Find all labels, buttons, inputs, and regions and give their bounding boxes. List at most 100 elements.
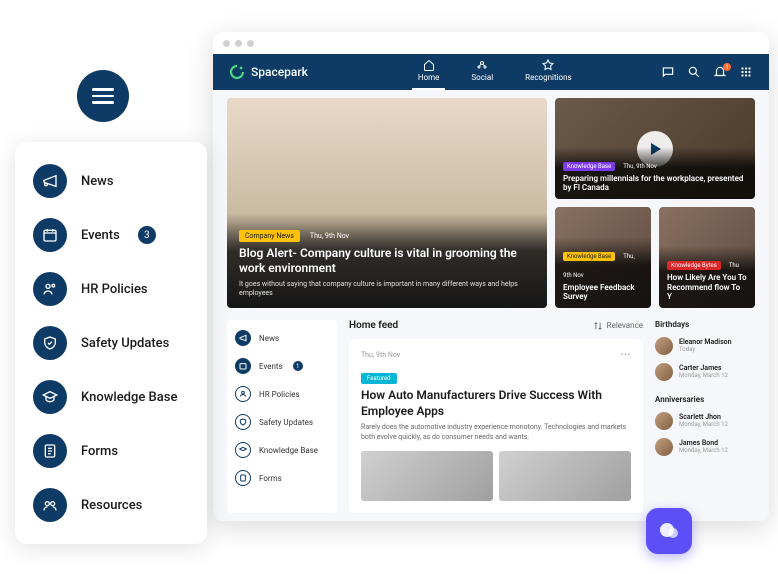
feed-card[interactable]: Thu, 9th Nov ••• Featured How Auto Manuf…: [349, 339, 643, 513]
group-icon: [33, 488, 67, 522]
person-meta: Monday, March 12: [679, 372, 728, 379]
feed-card-title: How Auto Manufacturers Drive Success Wit…: [361, 388, 631, 419]
inner-nav-hr[interactable]: HR Policies: [235, 386, 329, 402]
events-badge: 3: [138, 226, 156, 244]
feed-image: [361, 451, 493, 501]
cap-icon: [33, 380, 67, 414]
popout-label: Safety Updates: [81, 336, 169, 351]
feed-card-desc: Rarely does the automotive industry expe…: [361, 423, 631, 443]
popout-item-resources[interactable]: Resources: [33, 488, 189, 522]
inner-nav-label: Forms: [259, 474, 282, 483]
hero-title: Blog Alert- Company culture is vital in …: [239, 246, 535, 277]
top-nav: Home Social Recognitions: [418, 59, 572, 86]
top-header: Spacepark Home Social Recognitions: [213, 54, 769, 90]
card-date: Thu, 9th Nov: [623, 163, 657, 170]
feed-date-row: Thu, 9th Nov •••: [361, 351, 631, 359]
hero-side: Knowledge Base Thu, 9th Nov Preparing mi…: [555, 98, 755, 308]
person-item[interactable]: James Bond Monday, March 12: [655, 438, 755, 456]
content-area: Company News Thu, 9th Nov Blog Alert- Co…: [213, 90, 769, 521]
inner-nav-safety[interactable]: Safety Updates: [235, 414, 329, 430]
nav-label: Recognitions: [525, 73, 571, 82]
popout-label: Events: [81, 228, 120, 243]
nav-recognitions[interactable]: Recognitions: [525, 59, 571, 86]
hamburger-icon: [92, 88, 114, 104]
side-overlay: Knowledge Base Thu, 9th Nov Preparing mi…: [555, 147, 755, 199]
popout-label: Knowledge Base: [81, 390, 177, 405]
side-overlay: Knowledge Bytes Thu How Likely Are You T…: [659, 246, 755, 308]
video-card[interactable]: Knowledge Base Thu, 9th Nov Preparing mi…: [555, 98, 755, 199]
chat-fab[interactable]: [646, 508, 692, 554]
popout-label: Forms: [81, 444, 118, 459]
feed-image: [499, 451, 631, 501]
anniversaries-heading: Anniversaries: [655, 395, 755, 404]
inner-nav-label: HR Policies: [259, 390, 300, 399]
search-icon[interactable]: [687, 65, 701, 79]
person-name: Carter James: [679, 365, 728, 373]
inner-nav-knowledge[interactable]: Knowledge Base: [235, 442, 329, 458]
nav-social[interactable]: Social: [471, 59, 493, 86]
recommend-card[interactable]: Knowledge Bytes Thu How Likely Are You T…: [659, 207, 755, 308]
inner-nav-events[interactable]: Events 1: [235, 358, 329, 374]
nav-label: Social: [471, 73, 493, 82]
inner-nav-label: Knowledge Base: [259, 446, 318, 455]
hamburger-menu-button[interactable]: [77, 70, 129, 122]
popout-label: Resources: [81, 498, 142, 513]
nav-home[interactable]: Home: [418, 59, 440, 86]
birthdays-heading: Birthdays: [655, 320, 755, 329]
notification-count: 1: [723, 63, 731, 71]
person-meta: Monday, March 12: [679, 421, 728, 428]
feed-sort[interactable]: Relevance: [593, 321, 643, 331]
sort-icon: [593, 321, 603, 331]
hero-row: Company News Thu, 9th Nov Blog Alert- Co…: [227, 98, 755, 308]
card-date: Thu: [729, 262, 739, 269]
hero-tag: Company News: [239, 230, 300, 242]
card-tag: Knowledge Base: [563, 252, 615, 261]
feed-column: Home feed Relevance Thu, 9th Nov ••• Fea…: [349, 320, 643, 513]
inner-nav-forms[interactable]: Forms: [235, 470, 329, 486]
brand[interactable]: Spacepark: [229, 64, 308, 80]
side-overlay: Knowledge Base Thu, 9th Nov Employee Fee…: [555, 237, 651, 308]
more-icon[interactable]: •••: [621, 351, 631, 359]
feed-date: Thu, 9th Nov: [361, 351, 400, 359]
inner-nav-label: News: [259, 334, 279, 343]
browser-chrome: [213, 32, 769, 54]
bell-icon[interactable]: 1: [713, 65, 727, 79]
person-item[interactable]: Eleanor Madison Today: [655, 337, 755, 355]
home-icon: [423, 59, 435, 71]
topbar-actions: 1: [661, 65, 753, 79]
inner-row: News Events 1 HR Policies Safety Updates: [227, 320, 755, 513]
popout-item-events[interactable]: Events 3: [33, 218, 189, 252]
popout-item-news[interactable]: News: [33, 164, 189, 198]
person-meta: Monday, March 12: [679, 447, 728, 454]
hero-card[interactable]: Company News Thu, 9th Nov Blog Alert- Co…: [227, 98, 547, 308]
popout-item-safety[interactable]: Safety Updates: [33, 326, 189, 360]
popout-item-knowledge[interactable]: Knowledge Base: [33, 380, 189, 414]
window-dot: [247, 40, 254, 47]
inner-nav-label: Safety Updates: [259, 418, 313, 427]
hero-date: Thu, 9th Nov: [310, 232, 349, 240]
avatar: [655, 337, 673, 355]
inner-nav-news[interactable]: News: [235, 330, 329, 346]
megaphone-icon: [33, 164, 67, 198]
inner-badge: 1: [293, 361, 303, 371]
popout-item-hr[interactable]: HR Policies: [33, 272, 189, 306]
nav-label: Home: [418, 73, 440, 82]
brand-name: Spacepark: [251, 65, 308, 79]
hero-desc: It goes without saying that company cult…: [239, 280, 535, 298]
feed-images: [361, 451, 631, 501]
people-icon: [235, 386, 251, 402]
grid-icon[interactable]: [739, 65, 753, 79]
inner-nav-label: Events: [259, 362, 283, 371]
birthdays-section: Birthdays Eleanor Madison Today Carter J…: [655, 320, 755, 381]
avatar: [655, 438, 673, 456]
people-icon: [33, 272, 67, 306]
shield-icon: [235, 414, 251, 430]
feedback-card[interactable]: Knowledge Base Thu, 9th Nov Employee Fee…: [555, 207, 651, 308]
calendar-icon: [235, 358, 251, 374]
popout-item-forms[interactable]: Forms: [33, 434, 189, 468]
message-icon[interactable]: [661, 65, 675, 79]
person-item[interactable]: Scarlett Jhon Monday, March 12: [655, 412, 755, 430]
feed-tag: Featured: [361, 373, 397, 384]
window-dot: [223, 40, 230, 47]
person-item[interactable]: Carter James Monday, March 12: [655, 363, 755, 381]
